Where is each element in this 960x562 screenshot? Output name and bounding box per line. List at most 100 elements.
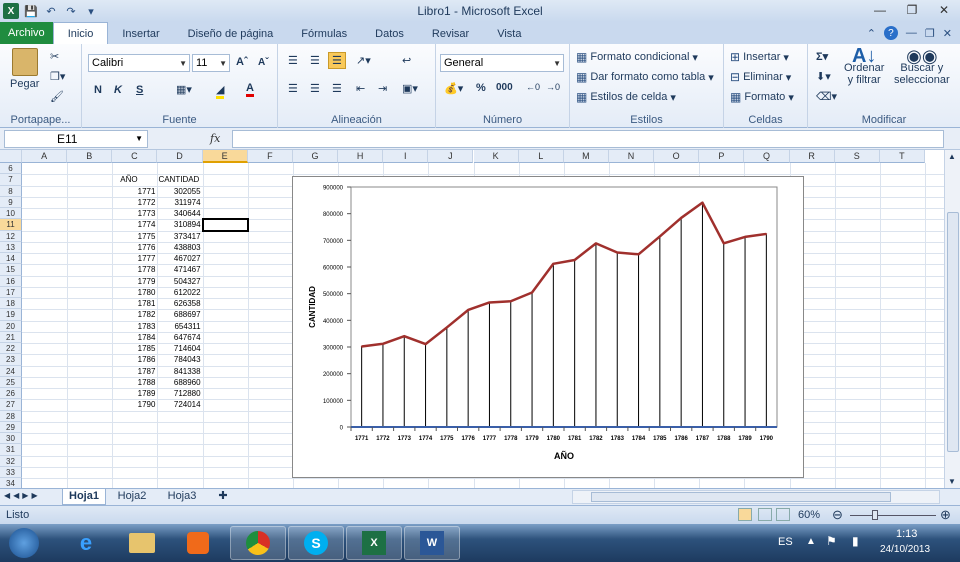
clock-date[interactable]: 24/10/2013	[880, 544, 930, 555]
quantity-cell[interactable]: 784043	[157, 354, 201, 365]
select-all-corner[interactable]	[0, 150, 22, 163]
row-header-28[interactable]: 28	[0, 410, 22, 422]
name-box-dropdown-icon[interactable]: ▼	[135, 131, 143, 147]
grow-font-icon[interactable]: Aˆ	[236, 56, 248, 68]
column-header-g[interactable]: G	[292, 150, 339, 163]
row-header-19[interactable]: 19	[0, 309, 22, 321]
undo-icon[interactable]: ↶	[43, 3, 59, 19]
internet-explorer-icon[interactable]: e	[58, 526, 114, 560]
chrome-icon[interactable]	[230, 526, 286, 560]
row-header-31[interactable]: 31	[0, 444, 22, 456]
language-indicator[interactable]: ES	[778, 536, 793, 548]
year-cell[interactable]: 1784	[112, 332, 156, 343]
row-header-25[interactable]: 25	[0, 376, 22, 388]
year-cell[interactable]: 1790	[112, 399, 156, 410]
row-header-22[interactable]: 22	[0, 343, 22, 355]
zoom-slider[interactable]	[850, 515, 936, 516]
delete-cells-button[interactable]: ⊟ Eliminar ▾	[730, 70, 791, 84]
clock-time[interactable]: 1:13	[896, 528, 917, 540]
vertical-scroll-thumb[interactable]	[947, 212, 959, 452]
thousands-button[interactable]: 000	[496, 82, 513, 93]
row-header-7[interactable]: 7	[0, 174, 22, 186]
quantity-cell[interactable]: 712880	[157, 388, 201, 399]
underline-button[interactable]: S	[136, 84, 143, 96]
scroll-down-icon[interactable]: ▼	[948, 477, 956, 486]
decrease-indent-icon[interactable]: ⇤	[356, 82, 365, 95]
copy-icon[interactable]: ❐▾	[50, 70, 65, 83]
format-as-table-button[interactable]: ▦ Dar formato como tabla ▾	[576, 70, 714, 84]
row-header-16[interactable]: 16	[0, 275, 22, 287]
column-header-d[interactable]: D	[157, 150, 203, 163]
row-header-12[interactable]: 12	[0, 230, 22, 242]
column-header-e[interactable]: E	[202, 150, 248, 163]
autosum-icon[interactable]: Σ▾	[816, 50, 828, 63]
align-middle-icon[interactable]: ☰	[310, 54, 320, 67]
quantity-cell[interactable]: 504327	[157, 276, 201, 287]
row-header-30[interactable]: 30	[0, 433, 22, 445]
row-header-26[interactable]: 26	[0, 388, 22, 400]
sort-filter-button[interactable]: A↓ Ordenar y filtrar	[844, 46, 884, 86]
quantity-cell[interactable]: 841338	[157, 366, 201, 377]
tab-datos[interactable]: Datos	[361, 24, 418, 44]
column-header-s[interactable]: S	[834, 150, 880, 163]
quantity-cell[interactable]: 340644	[157, 208, 201, 219]
column-header-o[interactable]: O	[654, 150, 700, 163]
tab-formulas[interactable]: Fórmulas	[287, 24, 361, 44]
quantity-cell[interactable]: 654311	[157, 321, 200, 332]
column-header-n[interactable]: N	[608, 150, 655, 163]
column-header-q[interactable]: Q	[744, 150, 790, 163]
year-cell[interactable]: 1779	[112, 276, 156, 287]
row-header-17[interactable]: 17	[0, 286, 22, 298]
tab-insertar[interactable]: Insertar	[108, 24, 173, 44]
quantity-cell[interactable]: 714604	[157, 343, 201, 354]
format-cells-button[interactable]: ▦ Formato ▾	[730, 90, 794, 104]
horizontal-scrollbar[interactable]	[572, 490, 940, 504]
year-cell[interactable]: 1785	[112, 343, 156, 354]
shrink-font-icon[interactable]: Aˇ	[258, 57, 269, 68]
column-header-a[interactable]: A	[22, 150, 68, 163]
row-header-13[interactable]: 13	[0, 241, 22, 253]
find-select-button[interactable]: ◉◉ Buscar y seleccionar	[894, 47, 950, 86]
year-cell[interactable]: 1774	[112, 219, 156, 230]
increase-indent-icon[interactable]: ⇥	[378, 82, 387, 95]
column-header-h[interactable]: H	[338, 150, 384, 163]
customize-qat-icon[interactable]: ▾	[83, 3, 99, 19]
name-box[interactable]: E11 ▼	[4, 130, 148, 148]
paste-button[interactable]: Pegar	[10, 48, 39, 90]
quantity-cell[interactable]: 467027	[157, 253, 201, 264]
row-header-34[interactable]: 34	[0, 478, 22, 488]
row-header-24[interactable]: 24	[0, 365, 22, 377]
row-header-21[interactable]: 21	[0, 331, 22, 343]
tab-vista[interactable]: Vista	[483, 24, 535, 44]
normal-view-icon[interactable]	[738, 508, 752, 521]
horizontal-scroll-thumb[interactable]	[591, 492, 891, 502]
restore-button[interactable]: ❐	[896, 0, 928, 20]
column-header-c[interactable]: C	[112, 150, 158, 163]
sheet-tab-hoja1[interactable]: Hoja1	[62, 489, 106, 505]
column-header-p[interactable]: P	[699, 150, 745, 163]
minimize-ribbon-icon[interactable]: ⌃	[867, 27, 876, 40]
year-cell[interactable]: 1777	[112, 253, 156, 264]
row-header-27[interactable]: 27	[0, 399, 22, 411]
italic-button[interactable]: K	[114, 84, 122, 96]
skype-icon[interactable]: S	[288, 526, 344, 560]
year-cell[interactable]: 1775	[112, 231, 156, 242]
year-cell[interactable]: 1771	[112, 186, 156, 197]
align-left-icon[interactable]: ☰	[288, 82, 298, 95]
page-break-view-icon[interactable]	[776, 508, 790, 521]
wrap-text-icon[interactable]: ↩	[402, 54, 411, 67]
quantity-cell[interactable]: 373417	[157, 231, 201, 242]
minimize-button[interactable]: —	[864, 0, 896, 20]
fill-icon[interactable]: ⬇▾	[816, 70, 831, 83]
quantity-cell[interactable]: 302055	[157, 186, 201, 197]
year-cell[interactable]: 1789	[112, 388, 156, 399]
file-explorer-icon[interactable]	[114, 526, 170, 560]
align-center-icon[interactable]: ☰	[310, 82, 320, 95]
insert-cells-button[interactable]: ⊞ Insertar ▾	[730, 50, 789, 64]
scroll-up-icon[interactable]: ▲	[948, 152, 956, 161]
quantity-cell[interactable]: 688697	[157, 309, 201, 320]
insert-function-icon[interactable]: fx	[210, 132, 220, 145]
tab-diseno-pagina[interactable]: Diseño de página	[174, 24, 288, 44]
row-header-23[interactable]: 23	[0, 354, 22, 366]
year-cell[interactable]: 1787	[112, 366, 156, 377]
